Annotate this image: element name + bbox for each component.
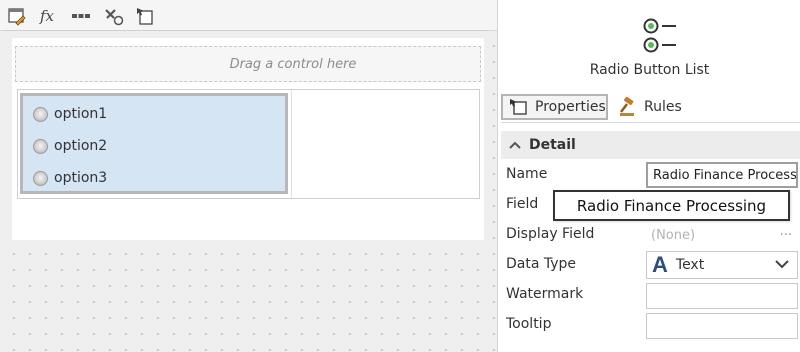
properties-panel: Radio Button List Properties Rules Detai…: [497, 0, 800, 352]
radio-option-label: option1: [54, 106, 108, 122]
ellipsis-icon[interactable]: ···: [780, 228, 792, 243]
data-type-select[interactable]: A Text: [646, 251, 798, 279]
tools-button[interactable]: [102, 4, 126, 28]
edit-form-icon: [8, 8, 26, 26]
pointer-properties-icon: [137, 8, 153, 25]
drop-zone-hint: Drag a control here: [229, 56, 357, 72]
radio-button-list-icon: [643, 18, 676, 53]
text-type-icon: A: [652, 252, 668, 277]
watermark-label: Watermark: [506, 286, 584, 302]
display-field-label: Display Field: [506, 226, 595, 242]
radio-option-3[interactable]: option3: [33, 169, 107, 187]
chevron-up-icon: [509, 138, 521, 152]
expression-button[interactable]: fx: [35, 4, 59, 28]
radio-button-list-control[interactable]: option1 option2 option3: [20, 93, 288, 194]
name-label: Name: [506, 166, 548, 182]
properties-toolbar-button[interactable]: [133, 4, 157, 28]
tools-refresh-icon: [105, 9, 124, 26]
field-value-popup[interactable]: Radio Finance Processing: [553, 190, 790, 221]
edit-form-button[interactable]: [5, 4, 29, 28]
radio-option-1[interactable]: option1: [33, 105, 107, 123]
chevron-down-icon: [775, 260, 789, 269]
radio-option-label: option3: [54, 170, 108, 186]
display-field-picker[interactable]: (None) ···: [646, 222, 798, 248]
more-dots-icon: [72, 14, 90, 18]
radio-option-2[interactable]: option2: [33, 137, 107, 155]
designer-area: fx Drag a control here option1 option2 o…: [0, 0, 497, 352]
watermark-field[interactable]: [646, 283, 798, 309]
table-column-divider: [291, 90, 292, 198]
data-type-value: Text: [675, 257, 705, 273]
designer-toolbar: fx: [0, 0, 497, 31]
tooltip-field[interactable]: [646, 313, 798, 339]
control-type-title: Radio Button List: [589, 62, 710, 78]
radio-circle-icon: [33, 170, 48, 186]
tab-rules-label: Rules: [644, 99, 682, 115]
detail-section-title: Detail: [529, 137, 576, 153]
properties-icon: [510, 99, 527, 115]
more-options-button[interactable]: [69, 4, 93, 28]
tab-properties-label: Properties: [535, 99, 606, 115]
tab-strip-divider: [501, 122, 800, 123]
rules-gavel-icon: [620, 97, 634, 116]
drop-zone[interactable]: Drag a control here: [15, 46, 481, 82]
tab-properties[interactable]: Properties: [501, 94, 608, 120]
field-label: Field: [506, 196, 539, 212]
display-field-value: (None): [651, 227, 696, 243]
name-field[interactable]: Radio Finance Process: [646, 162, 798, 188]
tooltip-label: Tooltip: [506, 316, 552, 332]
radio-circle-icon: [33, 106, 48, 122]
radio-circle-icon: [33, 138, 48, 154]
radio-option-label: option2: [54, 138, 108, 154]
detail-section-header[interactable]: Detail: [501, 131, 800, 159]
data-type-label: Data Type: [506, 256, 577, 272]
toolbar-divider: [4, 30, 489, 31]
expression-fx-icon: fx: [39, 7, 54, 25]
tab-rules[interactable]: Rules: [612, 94, 684, 120]
